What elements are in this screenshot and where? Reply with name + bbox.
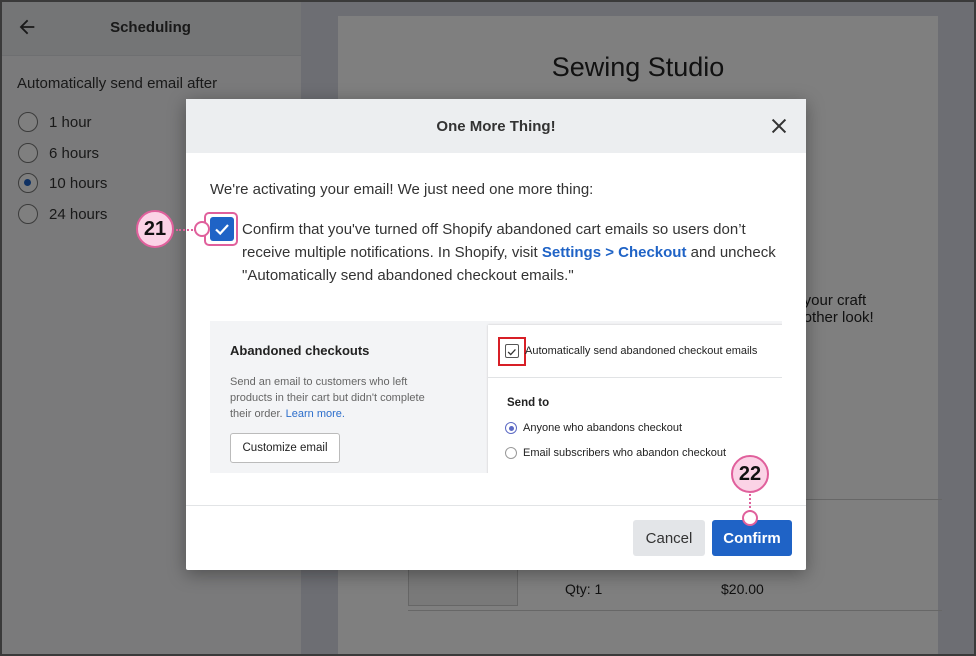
step-21-badge: 21 <box>136 210 174 248</box>
dialog-title: One More Thing! <box>436 117 556 135</box>
radio-anyone <box>505 422 517 434</box>
auto-send-checkbox <box>505 344 519 358</box>
dialog-intro: We're activating your email! We just nee… <box>210 181 594 198</box>
checkmark-icon <box>507 348 516 356</box>
dialog-header: One More Thing! <box>186 99 806 153</box>
abandoned-checkout-settings-card: Automatically send abandoned checkout em… <box>488 325 782 473</box>
confirm-instructions: Confirm that you've turned off Shopify a… <box>242 218 782 287</box>
callout-pointer-dot <box>194 221 210 237</box>
radio-anyone-label: Anyone who abandons checkout <box>523 422 683 434</box>
customize-email-button: Customize email <box>230 433 340 463</box>
cancel-button[interactable]: Cancel <box>633 520 705 556</box>
learn-more-link: Learn more. <box>285 408 345 420</box>
radio-subscribers-label: Email subscribers who abandon checkout <box>523 447 727 459</box>
shopify-settings-screenshot: Abandoned checkouts Send an email to cus… <box>210 321 782 473</box>
confirm-dialog: One More Thing! We're activating your em… <box>186 99 806 570</box>
abandoned-checkouts-description: Send an email to customers who left prod… <box>230 374 440 422</box>
send-to-label: Send to <box>507 397 550 409</box>
callout-connector <box>176 229 196 231</box>
step-22-badge: 22 <box>731 455 769 493</box>
callout-pointer-dot <box>742 510 758 526</box>
settings-checkout-link[interactable]: Settings > Checkout <box>542 244 687 261</box>
close-icon[interactable] <box>768 115 790 137</box>
radio-subscribers <box>505 447 517 459</box>
divider <box>488 377 782 378</box>
abandoned-checkouts-title: Abandoned checkouts <box>230 343 370 358</box>
footer-divider <box>186 505 806 506</box>
auto-send-label: Automatically send abandoned checkout em… <box>525 345 758 357</box>
